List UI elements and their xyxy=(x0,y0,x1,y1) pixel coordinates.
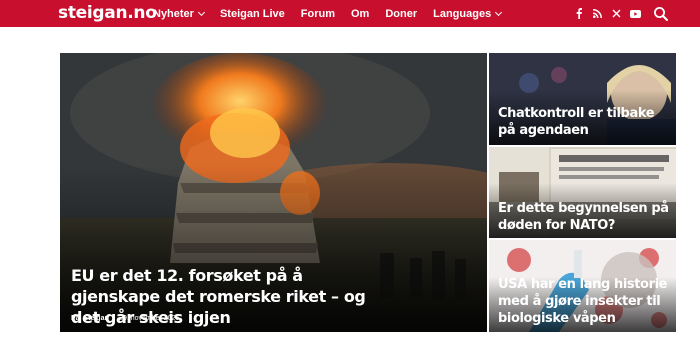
x-icon[interactable] xyxy=(607,0,626,27)
youtube-icon[interactable] xyxy=(626,0,645,27)
nav-item-om[interactable]: Om xyxy=(351,8,369,20)
featured-article-side[interactable]: Er dette begynnelsen på døden for NATO? xyxy=(489,147,676,238)
nav-item-label: Om xyxy=(351,7,370,20)
featured-article-side[interactable]: Chatkontroll er tilbake på agendaen xyxy=(489,53,676,145)
chevron-down-icon xyxy=(197,8,206,16)
featured-article-side[interactable]: USA har en lang historie med å gjøre ins… xyxy=(489,240,676,332)
search-icon[interactable] xyxy=(653,6,669,22)
social-links xyxy=(569,0,645,27)
nav-item-doner[interactable]: Doner xyxy=(385,8,417,20)
article-meta: Pål Steigan - 29. november 2025 xyxy=(71,315,179,322)
chevron-down-icon xyxy=(495,8,503,16)
nav-item-label: Forum xyxy=(300,7,335,20)
article-title[interactable]: Chatkontroll er tilbake på agendaen xyxy=(498,105,673,139)
site-logo[interactable]: steigan.no xyxy=(58,3,157,23)
article-title[interactable]: USA har en lang historie med å gjøre ins… xyxy=(498,276,673,327)
nav-item-forum[interactable]: Forum xyxy=(301,8,335,20)
meta-separator: - xyxy=(112,315,116,322)
site-header: steigan.no Nyheter Steigan Live Forum Om… xyxy=(0,0,700,27)
nav-item-languages[interactable]: Languages xyxy=(433,7,503,20)
main-nav: Nyheter Steigan Live Forum Om Doner Lang… xyxy=(153,0,517,27)
rss-icon[interactable] xyxy=(588,0,607,27)
nav-item-steigan-live[interactable]: Steigan Live xyxy=(220,8,285,20)
featured-article-main[interactable]: EU er det 12. forsøket på å gjenskape de… xyxy=(60,53,487,332)
nav-item-nyheter[interactable]: Nyheter xyxy=(153,7,206,20)
nav-item-label: Languages xyxy=(433,7,492,20)
nav-item-label: Doner xyxy=(385,7,418,20)
article-date: 29. november 2025 xyxy=(119,315,180,322)
nav-item-label: Nyheter xyxy=(153,7,194,20)
article-title[interactable]: Er dette begynnelsen på døden for NATO? xyxy=(498,200,673,234)
facebook-icon[interactable] xyxy=(569,0,588,27)
article-author[interactable]: Pål Steigan xyxy=(71,315,109,322)
nav-item-label: Steigan Live xyxy=(219,7,285,20)
